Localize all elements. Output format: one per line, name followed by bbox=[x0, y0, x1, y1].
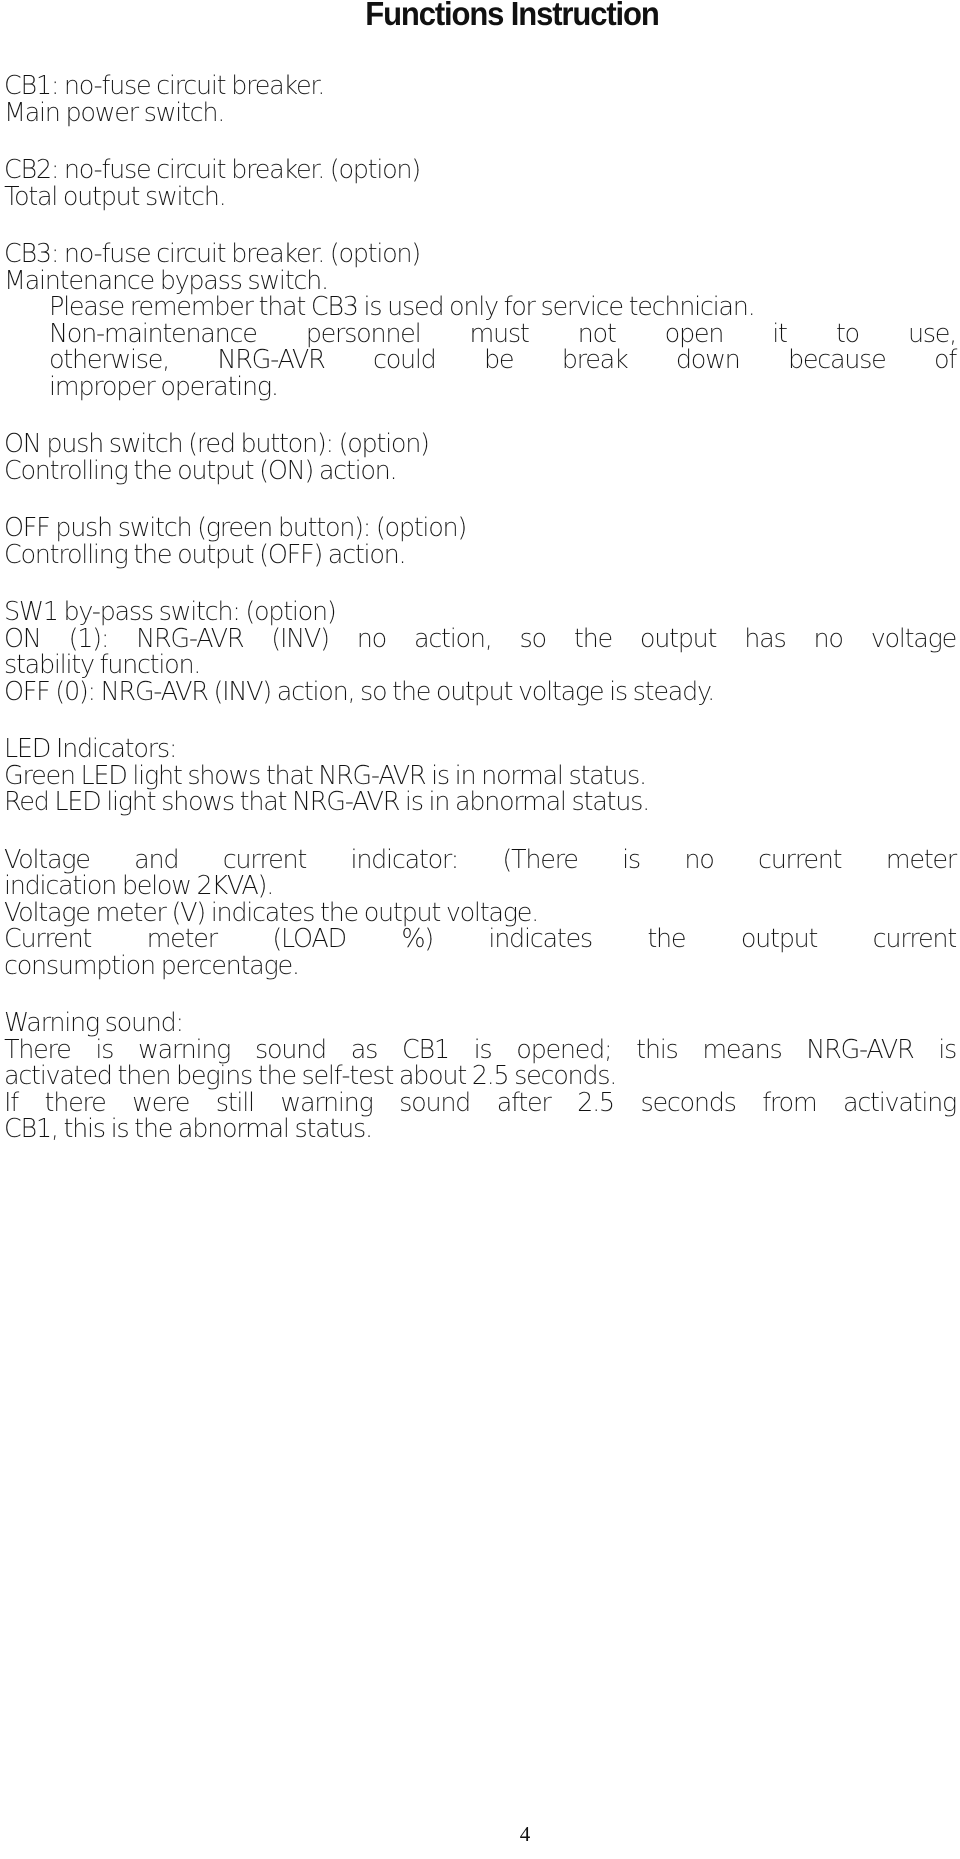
led-heading: LED Indicators: bbox=[4, 734, 178, 764]
off-switch-description: Controlling the output (OFF) action. bbox=[4, 539, 407, 570]
voltage-meter-line: Voltage meter (V) indicates the output v… bbox=[4, 897, 539, 928]
warning-line: activated then begins the self-test abou… bbox=[4, 1061, 618, 1091]
cb3-heading: CB3: no-fuse circuit breaker. (option) bbox=[4, 239, 421, 269]
cb3-note-line: Please remember that CB3 is used only fo… bbox=[49, 292, 756, 322]
on-switch-heading: ON push switch (red button): (option) bbox=[4, 429, 430, 459]
section-cb2: CB2: no-fuse circuit breaker. (option) T… bbox=[4, 157, 956, 210]
cb3-note-line: improper operating. bbox=[49, 371, 279, 402]
section-led-indicators: LED Indicators: Green LED light shows th… bbox=[4, 736, 956, 816]
led-red-line: Red LED light shows that NRG-AVR is in a… bbox=[4, 787, 650, 817]
meters-heading: Voltage and current indicator: (There is… bbox=[4, 844, 957, 875]
document-body: CB1: no-fuse circuit breaker. Main power… bbox=[4, 73, 957, 1174]
warning-line: CB1, this is the abnormal status. bbox=[4, 1114, 373, 1144]
current-meter-line-cont: consumption percentage. bbox=[4, 950, 300, 981]
section-meters: Voltage and current indicator: (There is… bbox=[4, 844, 957, 981]
section-cb1: CB1: no-fuse circuit breaker. Main power… bbox=[4, 73, 956, 126]
current-meter-line: Current meter (LOAD %) indicates the out… bbox=[4, 924, 957, 954]
page-number: 4 bbox=[519, 1822, 531, 1846]
warning-line: If there were still warning sound after … bbox=[4, 1087, 957, 1118]
section-on-push-switch: ON push switch (red button): (option) Co… bbox=[4, 431, 956, 484]
cb3-note-line: otherwise, NRG-AVR could be break down b… bbox=[49, 345, 957, 375]
page-title: Functions Instruction bbox=[365, 0, 660, 32]
section-warning-sound: Warning sound: There is warning sound as… bbox=[4, 1008, 957, 1144]
sw1-heading: SW1 by-pass switch: (option) bbox=[4, 597, 337, 627]
led-green-line: Green LED light shows that NRG-AVR is in… bbox=[4, 760, 647, 791]
sw1-off-line: OFF (0): NRG-AVR (INV) action, so the ou… bbox=[4, 676, 715, 707]
on-switch-description: Controlling the output (ON) action. bbox=[4, 455, 398, 486]
cb1-description: Main power switch. bbox=[4, 97, 225, 128]
cb3-description: Maintenance bypass switch. bbox=[4, 265, 329, 296]
meters-heading-cont: indication below 2KVA). bbox=[4, 871, 274, 901]
section-cb3: CB3: no-fuse circuit breaker. (option) M… bbox=[4, 239, 957, 402]
cb2-heading: CB2: no-fuse circuit breaker. (option) bbox=[4, 155, 421, 185]
sw1-on-line-cont: stability function. bbox=[4, 650, 202, 680]
cb2-description: Total output switch. bbox=[4, 181, 227, 212]
sw1-on-line: ON (1): NRG-AVR (INV) no action, so the … bbox=[4, 623, 957, 654]
cb1-heading: CB1: no-fuse circuit breaker. bbox=[4, 71, 325, 101]
off-switch-heading: OFF push switch (green button): (option) bbox=[4, 513, 467, 543]
warning-line: There is warning sound as CB1 is opened;… bbox=[4, 1034, 957, 1065]
section-off-push-switch: OFF push switch (green button): (option)… bbox=[4, 515, 956, 568]
section-sw1-bypass: SW1 by-pass switch: (option) ON (1): NRG… bbox=[4, 597, 957, 707]
cb3-note-line: Non-maintenance personnel must not open … bbox=[49, 318, 957, 349]
warning-heading: Warning sound: bbox=[4, 1008, 184, 1038]
